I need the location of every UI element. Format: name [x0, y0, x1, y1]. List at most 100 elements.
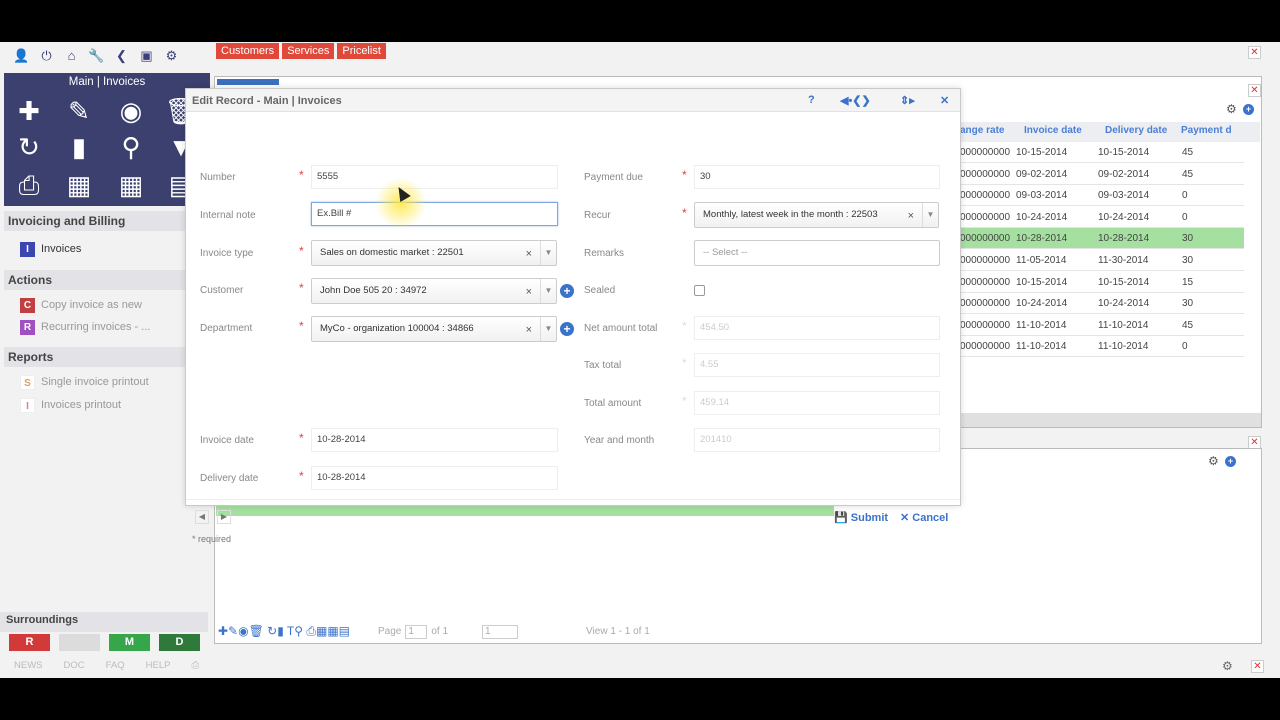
year-month-label: Year and month: [584, 435, 655, 446]
table-cell: 30: [1182, 298, 1194, 310]
close-tabs-icon[interactable]: ✕: [1248, 46, 1261, 59]
pager-page-input[interactable]: 1: [405, 624, 428, 639]
table-row[interactable]: 000000000 10-15-2014 10-15-2014 15: [960, 272, 1244, 293]
resize-icon[interactable]: ⇕▸: [900, 94, 915, 107]
add-icon[interactable]: ✚: [12, 95, 46, 127]
help-link[interactable]: HELP: [146, 660, 171, 671]
next-record-icon[interactable]: ▶: [217, 510, 231, 524]
sur-button-r[interactable]: R: [9, 634, 50, 651]
table-row[interactable]: 000000000 11-05-2014 11-30-2014 30: [960, 250, 1244, 271]
invoice-date-field[interactable]: 10-28-2014: [311, 428, 558, 452]
table-row[interactable]: 000000000 10-24-2014 10-24-2014 0: [960, 207, 1244, 228]
grid-header: ange rate Invoice date Delivery date Pay…: [960, 122, 1260, 142]
chevron-down-icon[interactable]: ▼: [922, 203, 938, 227]
doc-link[interactable]: DOC: [64, 660, 85, 671]
table-row[interactable]: 000000000 10-24-2014 10-24-2014 30: [960, 293, 1244, 315]
wrench-icon[interactable]: 🔧: [87, 46, 106, 65]
invoice-type-select[interactable]: Sales on domestic market : 22501 × ▼: [311, 240, 557, 266]
refresh-icon[interactable]: ↻: [12, 131, 46, 163]
search-icon[interactable]: ⚲: [114, 131, 148, 163]
table-row[interactable]: 000000000 11-10-2014 11-10-2014 45: [960, 315, 1244, 336]
clear-icon[interactable]: ×: [526, 318, 532, 341]
department-select[interactable]: MyCo - organization 100004 : 34866 × ▼: [311, 316, 557, 342]
print-icon[interactable]: ⎙: [191, 660, 199, 671]
table-row[interactable]: 000000000 09-02-2014 09-02-2014 45: [960, 164, 1244, 185]
table-row[interactable]: 000000000 09-03-2014 09-03-2014 0: [960, 185, 1244, 207]
tab-customers[interactable]: Customers: [216, 43, 280, 59]
user-icon[interactable]: 👤: [12, 46, 31, 65]
delivery-date-field[interactable]: 10-28-2014: [311, 466, 558, 490]
cancel-button[interactable]: ✕ Cancel: [900, 511, 948, 524]
faq-link[interactable]: FAQ: [106, 660, 125, 671]
chevron-down-icon[interactable]: ▼: [540, 317, 556, 341]
help-icon[interactable]: ?: [808, 94, 815, 106]
grid-icon[interactable]: ▦: [62, 169, 96, 201]
back-icon[interactable]: ❮: [112, 46, 131, 65]
sidebar-item-single-printout[interactable]: S Single invoice printout: [20, 373, 149, 391]
pager-toolbar-icons[interactable]: ✚✎◉🗑 ↻▮ T⚲ ⎙▦▦▤: [218, 624, 350, 639]
table-cell: 45: [1182, 168, 1194, 180]
sidebar-item-label: Copy invoice as new: [41, 299, 142, 311]
clear-icon[interactable]: ×: [526, 242, 532, 265]
lower-add-icon[interactable]: +: [1225, 456, 1236, 467]
pager-view-text: View 1 - 1 of 1: [586, 626, 650, 637]
customer-select[interactable]: John Doe 505 20 : 34972 × ▼: [311, 278, 557, 304]
sidebar-item-invoices-printout[interactable]: I Invoices printout: [20, 396, 121, 414]
table-cell: 30: [1182, 255, 1194, 266]
sur-button-d[interactable]: D: [159, 634, 200, 651]
payment-due-field[interactable]: 30: [694, 165, 940, 189]
internal-note-field[interactable]: Ex.Bill #: [311, 202, 558, 226]
sidebar-item-label: Invoices: [41, 243, 82, 255]
power-icon[interactable]: ⏻: [37, 46, 56, 65]
close-icon[interactable]: ✕: [940, 94, 949, 107]
add-department-icon[interactable]: +: [560, 322, 574, 336]
sidebar-item-copy-invoice[interactable]: C Copy invoice as new: [20, 296, 142, 314]
grid-add-icon[interactable]: +: [1243, 104, 1254, 115]
col-header-exchange-rate[interactable]: ange rate: [960, 125, 1004, 136]
settings-icon[interactable]: ⚙: [1222, 659, 1233, 673]
edit-icon[interactable]: ✎: [62, 95, 96, 127]
col-header-payment-due[interactable]: Payment d: [1181, 125, 1232, 136]
sidebar-item-recurring[interactable]: R Recurring invoices - ...: [20, 318, 150, 336]
tab-services[interactable]: Services: [282, 43, 335, 59]
clear-icon[interactable]: ×: [908, 204, 914, 227]
col-header-invoice-date[interactable]: Invoice date: [1024, 125, 1082, 136]
tab-pricelist[interactable]: Pricelist: [337, 43, 386, 59]
home-icon[interactable]: ⌂: [62, 46, 81, 65]
sur-button-m[interactable]: M: [109, 634, 150, 651]
eraser-icon[interactable]: ▮: [62, 131, 96, 163]
table-row[interactable]: 000000000 10-15-2014 10-15-2014 45: [960, 142, 1244, 163]
grid-settings-gear-icon[interactable]: ⚙: [1226, 102, 1237, 116]
number-field[interactable]: 5555: [311, 165, 558, 189]
dialog-title: Edit Record - Main | Invoices: [192, 95, 342, 107]
required-marker: *: [299, 319, 304, 333]
window-icon[interactable]: ▣: [137, 46, 156, 65]
news-link[interactable]: NEWS: [14, 660, 43, 671]
close-grid-icon[interactable]: ✕: [1248, 84, 1261, 97]
sur-button-blank[interactable]: [59, 634, 100, 651]
tiles-icon[interactable]: ▦: [114, 169, 148, 201]
submit-button[interactable]: 💾 Submit: [834, 511, 888, 524]
sealed-checkbox[interactable]: [694, 285, 705, 296]
print-icon[interactable]: ⎙: [12, 169, 46, 201]
nav-arrows-icon[interactable]: ◀•❮❯: [840, 94, 871, 107]
clear-icon[interactable]: ×: [526, 280, 532, 303]
gear-icon[interactable]: ⚙: [162, 46, 181, 65]
pager-rows-select[interactable]: 1: [482, 624, 519, 639]
prev-record-icon[interactable]: ◀: [195, 510, 209, 524]
chevron-down-icon[interactable]: ▼: [540, 241, 556, 265]
lower-settings-gear-icon[interactable]: ⚙: [1208, 454, 1219, 468]
add-customer-icon[interactable]: +: [560, 284, 574, 298]
table-row[interactable]: 000000000 11-10-2014 11-10-2014 0: [960, 336, 1244, 358]
chevron-down-icon[interactable]: ▼: [540, 279, 556, 303]
sidebar-item-invoices[interactable]: I Invoices: [20, 240, 81, 258]
recur-select[interactable]: Monthly, latest week in the month : 2250…: [694, 202, 939, 228]
remarks-select[interactable]: -- Select --: [694, 240, 940, 266]
close-bottom-icon[interactable]: ✕: [1251, 660, 1264, 673]
required-marker: *: [299, 469, 304, 483]
col-header-delivery-date[interactable]: Delivery date: [1105, 125, 1167, 136]
table-row[interactable]: 000000000 10-28-2014 10-28-2014 30: [960, 228, 1244, 250]
view-icon[interactable]: ◉: [114, 95, 148, 127]
dialog-footer-divider: [186, 499, 960, 500]
required-marker: *: [299, 168, 304, 182]
